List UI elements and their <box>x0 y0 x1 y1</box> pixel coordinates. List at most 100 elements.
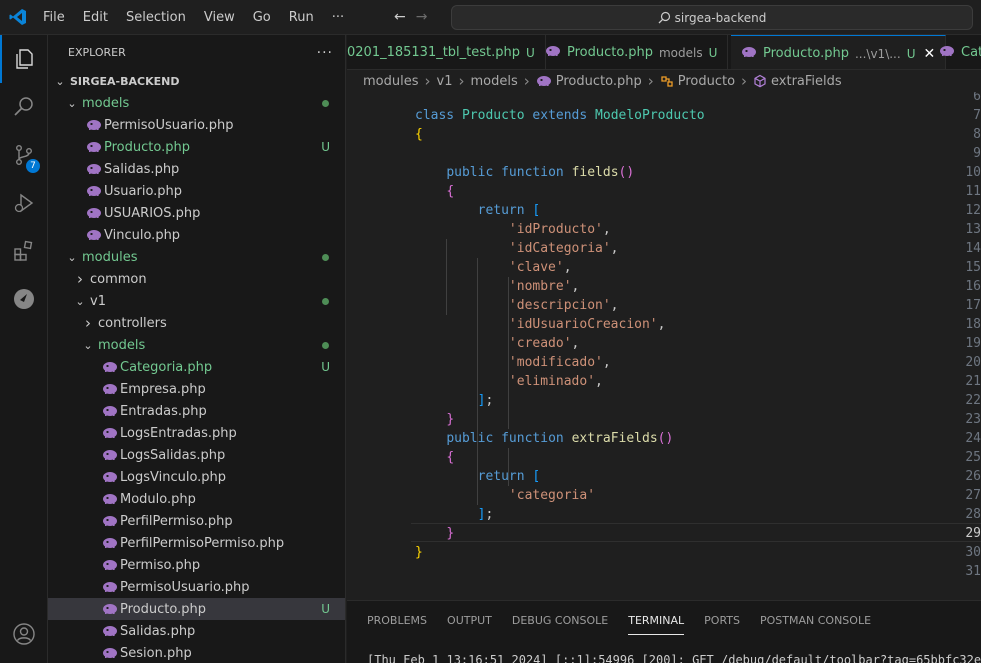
php-icon <box>102 403 118 419</box>
code-token: ; <box>485 507 494 522</box>
file-item[interactable]: Entradas.php <box>48 400 345 422</box>
file-item[interactable]: LogsEntradas.php <box>48 422 345 444</box>
panel-tab[interactable]: PROBLEMS <box>367 601 427 639</box>
code-line: { <box>415 448 454 467</box>
file-item[interactable]: Empresa.php <box>48 378 345 400</box>
menu-view[interactable]: View <box>195 10 244 25</box>
explorer-activity[interactable] <box>0 35 48 83</box>
php-file-icon <box>87 230 101 240</box>
back-arrow-icon[interactable]: ← <box>394 9 406 25</box>
breadcrumb-item[interactable]: v1 <box>437 74 453 89</box>
editor-tab[interactable]: Producto.php models U <box>535 35 729 69</box>
php-file-icon <box>103 494 117 504</box>
menu-edit[interactable]: Edit <box>74 10 117 25</box>
panel-tab[interactable]: DEBUG CONSOLE <box>512 601 608 639</box>
panel-tab[interactable]: OUTPUT <box>447 601 492 639</box>
file-item[interactable]: LogsVinculo.php <box>48 466 345 488</box>
tree-item-label: v1 <box>90 293 106 309</box>
code-token: function <box>501 431 572 446</box>
file-item[interactable]: Permiso.php <box>48 554 345 576</box>
file-item[interactable]: PerfilPermisoPermiso.php <box>48 532 345 554</box>
source-control-activity[interactable]: 7 <box>0 131 48 179</box>
code-token: 'categoria' <box>508 488 596 503</box>
tree-item-label: Vinculo.php <box>104 227 181 243</box>
tree-item-label: Permiso.php <box>120 557 201 573</box>
line-number: 19 <box>965 336 981 351</box>
command-center-search[interactable]: sirgea-backend <box>451 5 973 30</box>
code-editor[interactable]: 6 7 class Producto extends ModeloProducto 8… <box>347 92 981 600</box>
tab-label: Producto.php <box>763 46 849 61</box>
breadcrumb-item[interactable]: Producto <box>678 74 735 89</box>
file-item[interactable]: USUARIOS.php <box>48 202 345 224</box>
file-item[interactable]: Salidas.php <box>48 158 345 180</box>
file-item[interactable]: PermisoUsuario.php <box>48 576 345 598</box>
file-item[interactable]: Producto.php U <box>48 598 345 620</box>
chevron-right-icon: › <box>523 72 530 90</box>
code-token: , <box>595 374 603 389</box>
menu-run[interactable]: Run <box>280 10 323 25</box>
folder-item[interactable]: › controllers <box>48 312 345 334</box>
menu-more[interactable]: ··· <box>323 10 353 25</box>
line-number: 28 <box>965 507 981 522</box>
file-item[interactable]: Modulo.php <box>48 488 345 510</box>
code-line: } <box>415 524 454 543</box>
folder-item[interactable]: ⌄ v1 <box>48 290 345 312</box>
code-token: { <box>415 127 423 142</box>
breadcrumb-item[interactable]: Producto.php <box>556 74 642 89</box>
line-number: 6 <box>973 92 981 104</box>
explorer-more-icon[interactable]: ··· <box>317 45 333 61</box>
code-line: class Producto extends ModeloProducto <box>415 106 705 125</box>
file-item[interactable]: Categoria.php U <box>48 356 345 378</box>
code-token: 'idCategoria' <box>508 241 611 256</box>
terminal-output[interactable]: [Thu Feb 1 13:16:51 2024] [::1]:54996 [2… <box>367 653 981 663</box>
file-item[interactable]: Salidas.php <box>48 620 345 642</box>
search-activity[interactable] <box>0 83 48 131</box>
editor-tab[interactable]: Producto.php ...\v1\... U ✕ <box>731 35 947 69</box>
file-item[interactable]: Usuario.php <box>48 180 345 202</box>
php-file-icon <box>103 648 117 658</box>
panel-tab[interactable]: TERMINAL <box>628 601 684 639</box>
postman-activity[interactable] <box>0 275 48 323</box>
editor-tab[interactable]: 0201_185131_tbl_test.php U <box>347 35 546 69</box>
code-token: public <box>446 165 502 180</box>
tree-item-label: Categoria.php <box>120 359 213 375</box>
php-icon <box>102 469 118 485</box>
accounts-activity[interactable] <box>0 610 48 658</box>
code-token: return <box>477 469 533 484</box>
php-icon <box>102 623 118 639</box>
breadcrumb-item[interactable]: models <box>470 74 517 89</box>
line-number: 10 <box>965 165 981 180</box>
extensions-activity[interactable] <box>0 227 48 275</box>
php-icon <box>102 425 118 441</box>
file-item[interactable]: PerfilPermiso.php <box>48 510 345 532</box>
file-item[interactable]: PermisoUsuario.php <box>48 114 345 136</box>
forward-arrow-icon[interactable]: → <box>416 9 428 25</box>
code-token: { <box>446 184 455 199</box>
file-item[interactable]: Vinculo.php <box>48 224 345 246</box>
php-file-icon <box>103 560 117 570</box>
file-item[interactable]: Producto.php U <box>48 136 345 158</box>
menu-go[interactable]: Go <box>244 10 280 25</box>
tree-item-label: Producto.php <box>104 139 190 155</box>
panel-tab[interactable]: PORTS <box>704 601 740 639</box>
folder-item[interactable]: ⌄ models <box>48 334 345 356</box>
code-line: 'creado', <box>415 334 579 353</box>
menu-selection[interactable]: Selection <box>117 10 195 25</box>
code-token: , <box>563 260 572 275</box>
file-item[interactable]: Sesion.php <box>48 642 345 663</box>
folder-item[interactable]: ⌄ models <box>48 92 345 114</box>
breadcrumb-item[interactable]: modules <box>363 74 419 89</box>
php-icon <box>86 183 102 199</box>
workspace-root[interactable]: ⌄ SIRGEA-BACKEND <box>48 70 345 92</box>
folder-item[interactable]: › common <box>48 268 345 290</box>
folder-item[interactable]: ⌄ modules <box>48 246 345 268</box>
breadcrumb-item[interactable]: extraFields <box>771 74 842 89</box>
editor-tab[interactable]: Categ <box>929 35 981 69</box>
run-debug-activity[interactable] <box>0 179 48 227</box>
file-item[interactable]: LogsSalidas.php <box>48 444 345 466</box>
search-icon <box>658 11 670 24</box>
menu-file[interactable]: File <box>34 10 74 25</box>
code-token: fields <box>571 165 619 180</box>
panel-tab[interactable]: POSTMAN CONSOLE <box>760 601 871 639</box>
